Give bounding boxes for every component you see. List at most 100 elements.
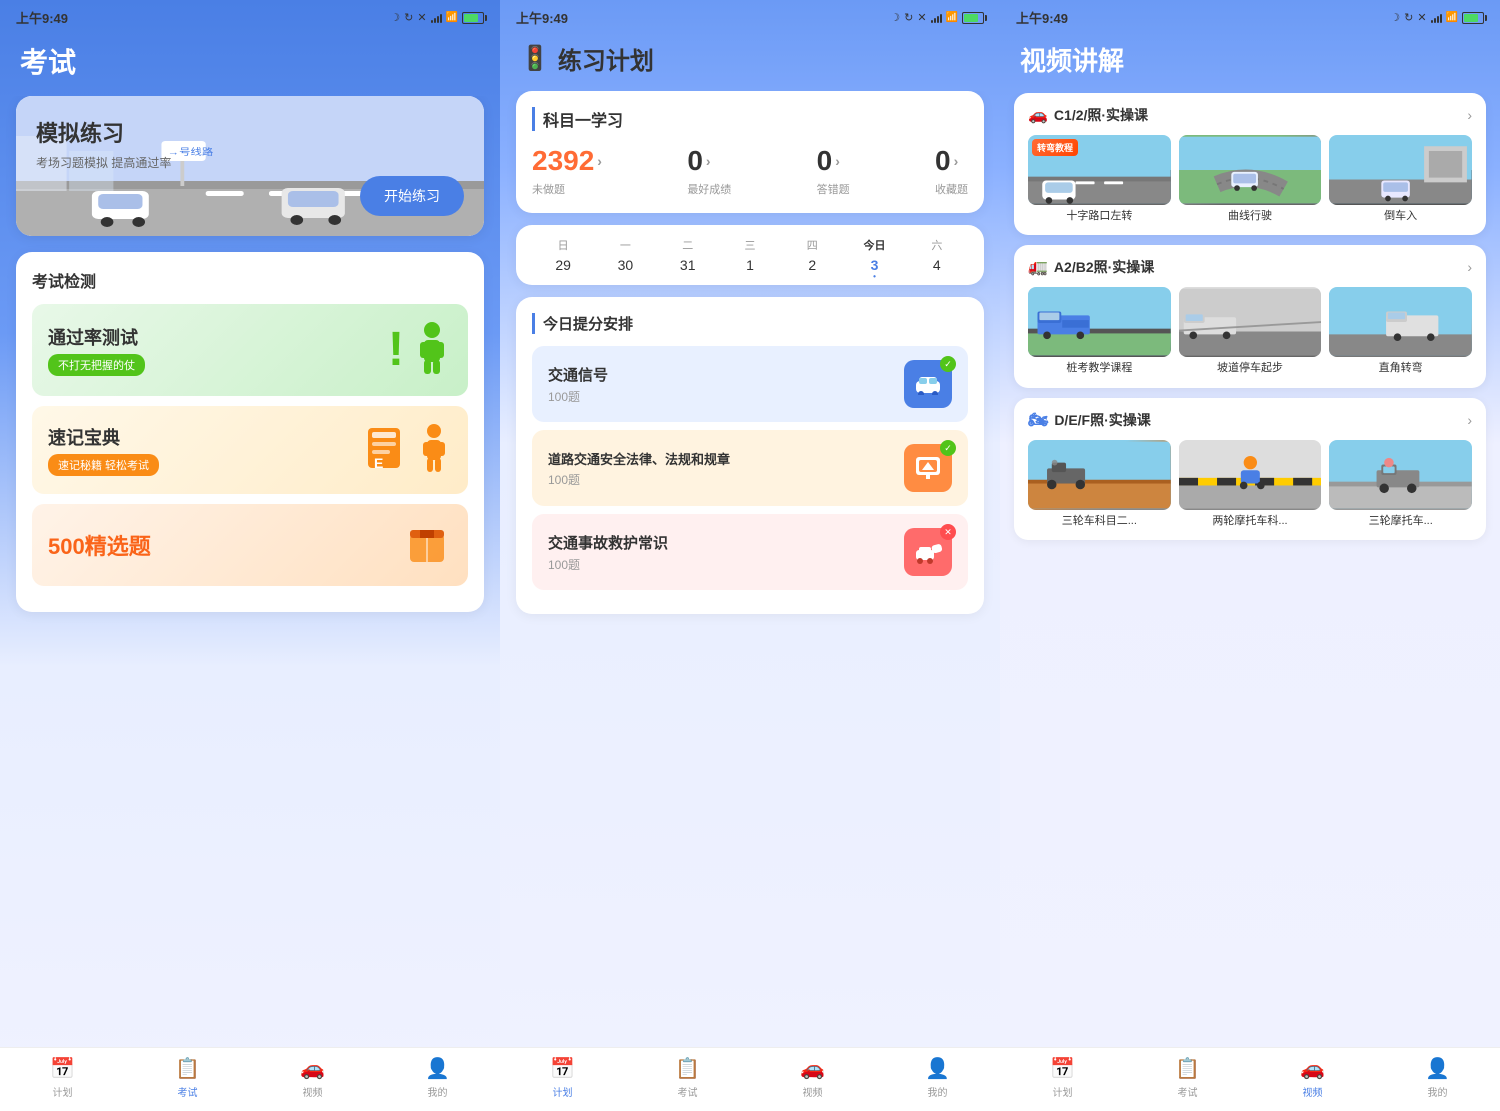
signal-icon bbox=[431, 13, 442, 23]
nav-plan-3[interactable]: 📅 计划 bbox=[1000, 1056, 1125, 1099]
nav-exam-2[interactable]: 📋 考试 bbox=[625, 1056, 750, 1099]
panel-video: 上午9:49 ☽ ↻ ✕ 📶 视频讲解 🚗 C1/2 bbox=[1000, 0, 1500, 1111]
video-thumb-0-0[interactable]: 转弯教程 十字路口左转 bbox=[1028, 135, 1171, 223]
status-bar-2: 上午9:49 ☽ ↻ ✕ 📶 bbox=[500, 0, 1000, 31]
nav-exam-3[interactable]: 📋 考试 bbox=[1125, 1056, 1250, 1099]
cat-title-1: 🚛 A2/B2照·实操课 bbox=[1028, 257, 1154, 277]
stat-fav[interactable]: 0 › 收藏题 bbox=[935, 145, 968, 197]
battery-icon-3 bbox=[1462, 12, 1484, 24]
thumb-img-2-2 bbox=[1329, 440, 1472, 510]
card-text-2: 速记宝典 速记秘籍 轻松考试 bbox=[48, 424, 159, 476]
cal-day-0[interactable]: 日 29 bbox=[532, 237, 594, 273]
plan-icon-3: 📅 bbox=[1050, 1056, 1075, 1081]
detection-card-memo[interactable]: 速记宝典 速记秘籍 轻松考试 E bbox=[32, 406, 468, 494]
video-thumb-2-2[interactable]: 三轮摩托车... bbox=[1329, 440, 1472, 528]
stat-best[interactable]: 0 › 最好成绩 bbox=[687, 145, 731, 197]
nav-plan-2[interactable]: 📅 计划 bbox=[500, 1056, 625, 1099]
nav-my-1[interactable]: 👤 我的 bbox=[375, 1056, 500, 1099]
road-scene-1 bbox=[1179, 135, 1322, 205]
nav-video-3[interactable]: 🚗 视频 bbox=[1250, 1056, 1375, 1099]
wifi-icon-2: 📶 bbox=[946, 12, 958, 23]
card-subtitle-2: 速记秘籍 轻松考试 bbox=[48, 454, 159, 476]
moto-scene-0 bbox=[1028, 440, 1171, 510]
practice-banner[interactable]: →号线路 模拟练习 考场习题模拟 提高通过率 开始练习 bbox=[16, 96, 484, 236]
exam-icon-1: 📋 bbox=[175, 1056, 200, 1081]
video-thumb-0-1[interactable]: 曲线行驶 bbox=[1179, 135, 1322, 223]
nav-video-1[interactable]: 🚗 视频 bbox=[250, 1056, 375, 1099]
card-icons-2: E bbox=[364, 422, 452, 478]
stat-num-0: 2392 › bbox=[532, 145, 602, 177]
card-text-1: 通过率测试 不打无把握的仗 bbox=[48, 324, 145, 376]
stat-label-3: 收藏题 bbox=[935, 181, 968, 197]
video-thumbs-1: 桩考教学课程 bbox=[1028, 287, 1472, 375]
cal-day-2[interactable]: 二 31 bbox=[657, 237, 719, 273]
schedule-icon-1: ✓ bbox=[904, 444, 952, 492]
chevron-right-0[interactable]: › bbox=[1467, 107, 1472, 123]
stat-num-3: 0 › bbox=[935, 145, 968, 177]
stats-row: 2392 › 未做题 0 › 最好成绩 0 › bbox=[532, 145, 968, 197]
nav-plan-1[interactable]: 📅 计划 bbox=[0, 1056, 125, 1099]
nav-video-2[interactable]: 🚗 视频 bbox=[750, 1056, 875, 1099]
signal-icon-2 bbox=[931, 13, 942, 23]
video-thumb-2-0[interactable]: 三轮车科目二... bbox=[1028, 440, 1171, 528]
tutorial-badge-0: 转弯教程 bbox=[1032, 139, 1078, 156]
chevron-right-1[interactable]: › bbox=[1467, 259, 1472, 275]
book-icon: E bbox=[364, 424, 408, 476]
cal-day-3[interactable]: 三 1 bbox=[719, 237, 781, 273]
schedule-item-2[interactable]: 交通事故救护常识 100题 ✕ bbox=[532, 514, 968, 590]
thumb-img-0-2 bbox=[1329, 135, 1472, 205]
start-practice-button[interactable]: 开始练习 bbox=[360, 176, 464, 216]
schedule-card: 今日提分安排 交通信号 100题 ✓ bbox=[516, 297, 984, 614]
schedule-item-1[interactable]: 道路交通安全法律、法规和规章 100题 ✓ bbox=[532, 430, 968, 506]
video-category-1: 🚛 A2/B2照·实操课 › bbox=[1014, 245, 1486, 387]
bottom-nav-3: 📅 计划 📋 考试 🚗 视频 👤 我的 bbox=[1000, 1047, 1500, 1111]
person-icon-1 bbox=[412, 320, 452, 380]
card-title-2: 速记宝典 bbox=[48, 424, 159, 450]
bottom-nav-1: 📅 计划 📋 考试 🚗 视频 👤 我的 bbox=[0, 1047, 500, 1111]
detection-title: 考试检测 bbox=[32, 268, 468, 292]
video-header: 视频讲解 bbox=[1000, 31, 1500, 93]
subject-card: 科目一学习 2392 › 未做题 0 › 最好成绩 bbox=[516, 91, 984, 213]
panel-exam: 上午9:49 ☽ ↻ ✕ 📶 考试 bbox=[0, 0, 500, 1111]
video-icon-1: 🚗 bbox=[300, 1056, 325, 1081]
video-icon-2: 🚗 bbox=[800, 1056, 825, 1081]
signal-icon-3 bbox=[1431, 13, 1442, 23]
status-icons-3: ☽ ↻ ✕ 📶 bbox=[1390, 11, 1484, 24]
schedule-icon-2: ✕ bbox=[904, 528, 952, 576]
plan-title: 🚦 练习计划 bbox=[520, 41, 980, 76]
truck-scene-0 bbox=[1028, 287, 1171, 357]
nav-exam-1[interactable]: 📋 考试 bbox=[125, 1056, 250, 1099]
nav-my-3[interactable]: 👤 我的 bbox=[1375, 1056, 1500, 1099]
subject-title: 科目一学习 bbox=[532, 107, 968, 131]
video-thumb-2-1[interactable]: 两轮摩托车科... bbox=[1179, 440, 1322, 528]
video-thumb-1-2[interactable]: 直角转弯 bbox=[1329, 287, 1472, 375]
nav-my-2[interactable]: 👤 我的 bbox=[875, 1056, 1000, 1099]
stat-undone[interactable]: 2392 › 未做题 bbox=[532, 145, 602, 197]
video-content: 🚗 C1/2/照·实操课 › bbox=[1000, 93, 1500, 1047]
battery-icon-2 bbox=[962, 12, 984, 24]
card-text-3: 500精选题 bbox=[48, 529, 151, 561]
exam-icon-2: 📋 bbox=[675, 1056, 700, 1081]
chevron-right-2[interactable]: › bbox=[1467, 412, 1472, 428]
schedule-item-0[interactable]: 交通信号 100题 ✓ bbox=[532, 346, 968, 422]
car-blue-icon bbox=[914, 373, 942, 395]
video-thumb-1-0[interactable]: 桩考教学课程 bbox=[1028, 287, 1171, 375]
thumb-img-1-1 bbox=[1179, 287, 1322, 357]
detection-card-pass[interactable]: 通过率测试 不打无把握的仗 ! bbox=[32, 304, 468, 396]
chevron-3: › bbox=[954, 153, 959, 169]
detection-card-500[interactable]: 500精选题 bbox=[32, 504, 468, 586]
video-thumb-0-2[interactable]: 倒车入 bbox=[1329, 135, 1472, 223]
cal-day-today[interactable]: 今日 3 bbox=[843, 237, 905, 273]
cal-day-6[interactable]: 六 4 bbox=[906, 237, 968, 273]
cal-day-1[interactable]: 一 30 bbox=[594, 237, 656, 273]
status-bar-3: 上午9:49 ☽ ↻ ✕ 📶 bbox=[1000, 0, 1500, 31]
cal-day-4[interactable]: 四 2 bbox=[781, 237, 843, 273]
schedule-text-0: 交通信号 100题 bbox=[548, 364, 608, 405]
video-thumb-1-1[interactable]: 坡道停车起步 bbox=[1179, 287, 1322, 375]
thumb-label-0-1: 曲线行驶 bbox=[1179, 209, 1322, 223]
video-category-0: 🚗 C1/2/照·实操课 › bbox=[1014, 93, 1486, 235]
stat-wrong[interactable]: 0 › 答错题 bbox=[817, 145, 850, 197]
notif-icon: ✕ bbox=[417, 11, 426, 24]
video-thumbs-2: 三轮车科目二... bbox=[1028, 440, 1472, 528]
my-icon-2: 👤 bbox=[925, 1056, 950, 1081]
